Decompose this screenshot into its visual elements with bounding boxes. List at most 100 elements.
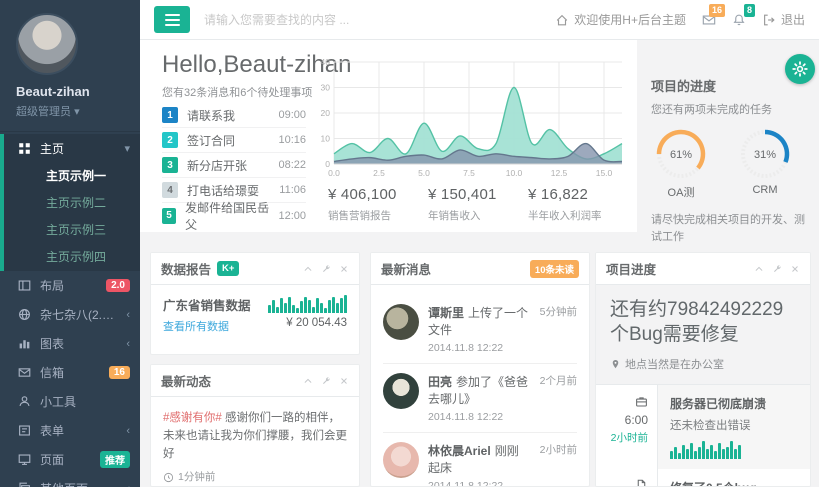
- timeline-title: 修复了0.5个bug: [670, 479, 798, 487]
- menu-toggle-button[interactable]: [154, 6, 190, 33]
- panel-header: 项目进度: [596, 253, 810, 285]
- panel-body: 广东省销售数据 查看所有数据 ¥ 20 054.43: [151, 285, 359, 344]
- timeline-item: 7:00 3小时前 修复了0.5个bug 重启服务: [596, 469, 810, 487]
- timeline-content[interactable]: 服务器已彻底崩溃 还未检查出错误: [658, 385, 810, 469]
- avatar: [383, 304, 419, 340]
- unread-badge: 16: [109, 366, 130, 379]
- panel-badge: K+: [217, 261, 239, 276]
- hero-panel: Hello,Beaut-zihan 您有32条消息和6个待处理事项 1 请联系我…: [140, 40, 637, 232]
- todo-text: 请联系我: [187, 107, 235, 124]
- svg-text:40: 40: [321, 57, 331, 67]
- progress-subtitle: 您还有两项未完成的任务: [651, 101, 805, 117]
- user-name[interactable]: 谭斯里: [428, 306, 464, 320]
- svg-text:10.0: 10.0: [506, 168, 523, 178]
- hamburger-icon: [165, 19, 180, 21]
- panel-body: 谭斯里上传了一个文件 2014.11.8 12:22 5分钟前 田亮参加了《爸爸…: [371, 285, 589, 487]
- sidebar-subitem-example-2[interactable]: 主页示例二: [4, 190, 140, 217]
- collapse-icon[interactable]: [303, 376, 313, 386]
- home-icon: [555, 13, 569, 27]
- sidebar-item-widgets[interactable]: 小工具: [0, 387, 140, 416]
- timeline-meta: 6:00 2小时前: [596, 385, 658, 469]
- layout-icon: [18, 279, 31, 292]
- progress-note: 请尽快完成相关项目的开发、测试工作: [651, 212, 805, 245]
- theme-settings-button[interactable]: [785, 54, 815, 84]
- todo-item[interactable]: 2 签订合同 10:16: [162, 128, 306, 153]
- wrench-icon[interactable]: [321, 376, 331, 386]
- latest-news-panel: 最新消息 10条未读 谭斯里上传了一个文件 2014.11.8 12:22 5分…: [370, 252, 590, 487]
- sidebar-subitem-example-3[interactable]: 主页示例三: [4, 217, 140, 244]
- avatar: [383, 373, 419, 409]
- sidebar-item-label: 主页: [40, 140, 115, 157]
- chevron-left-icon: ‹: [126, 425, 130, 437]
- panel-tools: [754, 264, 800, 274]
- sidebar-subitem-example-4[interactable]: 主页示例四: [4, 244, 140, 271]
- close-icon[interactable]: [339, 376, 349, 386]
- crm-progress-knob[interactable]: 31%: [738, 127, 792, 181]
- sidebar-item-mailbox[interactable]: 信箱 16: [0, 358, 140, 387]
- todo-time: 12:00: [278, 210, 306, 222]
- sidebar-item-misc[interactable]: 杂七杂八(2.0新增) ‹: [0, 300, 140, 329]
- welcome-group: 欢迎使用H+后台主题: [555, 11, 686, 28]
- search-input[interactable]: [204, 13, 484, 27]
- news-item[interactable]: 谭斯里上传了一个文件 2014.11.8 12:22 5分钟前: [383, 295, 577, 364]
- messages-button[interactable]: 16: [702, 13, 716, 27]
- close-icon[interactable]: [790, 264, 800, 274]
- user-name[interactable]: 林依晨Ariel: [428, 444, 491, 458]
- svg-text:31%: 31%: [754, 149, 776, 161]
- sidebar-section-home: 主页 ▾ 主页示例一 主页示例二 主页示例三 主页示例四: [0, 134, 140, 271]
- todo-item[interactable]: 3 新分店开张 08:22: [162, 153, 306, 178]
- todo-item[interactable]: 1 请联系我 09:00: [162, 103, 306, 128]
- sidebar-item-label: 页面: [40, 451, 91, 468]
- todo-item[interactable]: 5 发邮件给国民岳父 12:00: [162, 203, 306, 228]
- clock-icon: [163, 472, 174, 483]
- timeline-content[interactable]: 修复了0.5个bug 重启服务: [658, 469, 810, 487]
- svg-text:10: 10: [321, 134, 331, 144]
- sidebar-item-pages[interactable]: 页面 推荐: [0, 445, 140, 474]
- user-name[interactable]: 田亮: [428, 375, 452, 389]
- sidebar: Beaut-zihan 超级管理员 ▾ 主页 ▾ 主页示例一 主页示例二 主页示…: [0, 0, 140, 487]
- wrench-icon[interactable]: [321, 264, 331, 274]
- chevron-down-icon: ▾: [124, 142, 130, 155]
- sidebar-item-layouts[interactable]: 布局 2.0: [0, 271, 140, 300]
- avatar[interactable]: [16, 13, 78, 75]
- top-navbar: 欢迎使用H+后台主题 16 8 退出: [140, 0, 819, 40]
- todo-text: 发邮件给国民岳父: [185, 199, 269, 233]
- panel-header: 最新消息 10条未读: [371, 253, 589, 285]
- edit-icon: [18, 424, 31, 437]
- copy-icon: [18, 482, 31, 487]
- bug-summary: 还有约79842492229个Bug需要修复 地点当然是在办公室: [596, 285, 810, 385]
- chevron-left-icon: ‹: [126, 309, 130, 321]
- sales-area-chart: 0102030400.02.55.07.510.012.515.0: [316, 56, 628, 182]
- sidebar-item-charts[interactable]: 图表 ‹: [0, 329, 140, 358]
- stat-label: 年销售收入: [428, 208, 528, 223]
- logout-button[interactable]: 退出: [762, 11, 805, 28]
- profile-role-dropdown[interactable]: 超级管理员 ▾: [16, 103, 140, 119]
- wrench-icon[interactable]: [772, 264, 782, 274]
- collapse-icon[interactable]: [303, 264, 313, 274]
- knob-oa: 61% OA测: [649, 127, 713, 200]
- oa-progress-knob[interactable]: 61%: [654, 127, 708, 181]
- svg-text:12.5: 12.5: [551, 168, 568, 178]
- sidebar-item-forms[interactable]: 表单 ‹: [0, 416, 140, 445]
- stat-value: ¥ 406,100: [328, 186, 428, 203]
- summary-text: 您有32条消息和6个待处理事项: [162, 84, 312, 100]
- todo-text: 打电话给璟耍: [187, 182, 259, 199]
- close-icon[interactable]: [339, 264, 349, 274]
- collapse-icon[interactable]: [754, 264, 764, 274]
- news-item[interactable]: 林依晨Ariel刚刚起床 2014.11.8 12:22 2小时前: [383, 433, 577, 487]
- news-ago: 2个月前: [540, 373, 577, 423]
- news-item[interactable]: 田亮参加了《爸爸去哪儿》 2014.11.8 12:22 2个月前: [383, 364, 577, 433]
- notifications-button[interactable]: 8: [732, 13, 746, 27]
- view-all-data-link[interactable]: 查看所有数据: [163, 318, 251, 334]
- panel-tools: [303, 376, 349, 386]
- sidebar-item-other-pages[interactable]: 其他页面 ‹: [0, 474, 140, 487]
- topic-tag-link[interactable]: #感谢有你#: [163, 412, 222, 424]
- sales-chart-container: 0102030400.02.55.07.510.012.515.0: [316, 56, 628, 182]
- sidebar-subitem-example-1[interactable]: 主页示例一: [4, 163, 140, 190]
- welcome-text: 欢迎使用H+后台主题: [574, 11, 686, 28]
- avatar: [383, 442, 419, 478]
- profile-role: 超级管理员: [16, 106, 71, 118]
- timeline-desc: 还未检查出错误: [670, 417, 798, 433]
- sidebar-item-home[interactable]: 主页 ▾: [4, 134, 140, 163]
- panel-title: 最新消息: [381, 259, 431, 278]
